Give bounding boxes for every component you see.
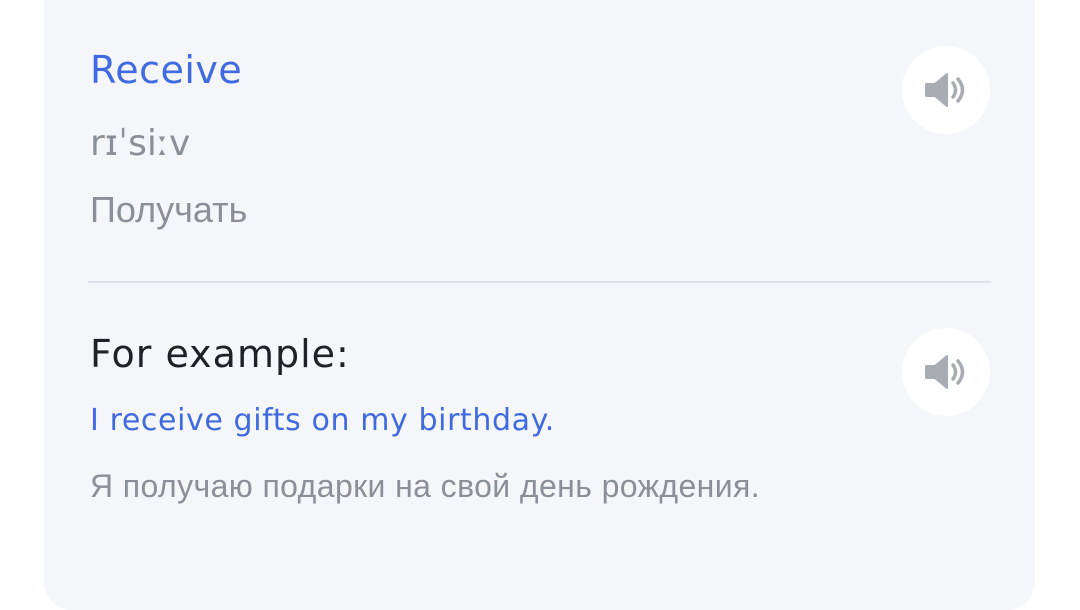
speaker-icon: [925, 73, 965, 107]
example-translation: Я получаю подарки на свой день рождения.: [90, 468, 761, 504]
section-divider: [88, 281, 991, 283]
word-title: Receive: [90, 48, 243, 92]
speaker-icon: [925, 355, 965, 389]
word-transcription: rɪˈsiːv: [90, 123, 191, 164]
word-translation: Получать: [90, 189, 248, 230]
example-sentence: I receive gifts on my birthday.: [90, 403, 555, 438]
play-word-audio-button[interactable]: [902, 46, 990, 134]
play-example-audio-button[interactable]: [902, 328, 990, 416]
example-heading: For example:: [90, 332, 350, 376]
